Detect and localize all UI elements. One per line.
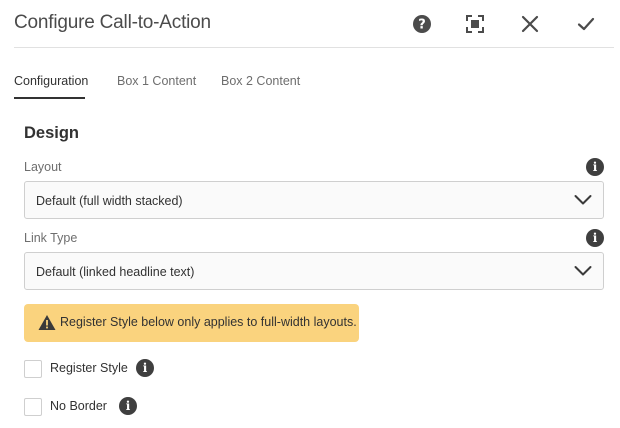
link-type-select-value: Default (linked headline text): [36, 265, 195, 279]
dialog-header: Configure Call-to-Action ?: [14, 0, 614, 48]
no-border-info-icon[interactable]: i: [119, 397, 137, 415]
tab-configuration[interactable]: Configuration: [14, 74, 88, 88]
svg-text:?: ?: [418, 18, 426, 33]
no-border-label[interactable]: No Border: [50, 399, 107, 413]
done-button[interactable]: [574, 12, 598, 36]
section-heading-design: Design: [24, 124, 80, 142]
tab-box-1-content[interactable]: Box 1 Content: [117, 74, 196, 88]
tab-box-2-content[interactable]: Box 2 Content: [221, 74, 300, 88]
register-style-info-icon[interactable]: i: [136, 359, 154, 377]
register-style-label[interactable]: Register Style: [50, 361, 128, 375]
fullscreen-button[interactable]: [463, 12, 487, 36]
alert-icon: [38, 315, 56, 330]
checkmark-icon: [577, 17, 595, 31]
layout-info-icon[interactable]: i: [586, 158, 604, 176]
fullscreen-icon: [466, 15, 484, 33]
warning-alert: Register Style below only applies to ful…: [24, 304, 359, 342]
register-style-checkbox[interactable]: [24, 360, 42, 378]
layout-select-value: Default (full width stacked): [36, 194, 183, 208]
help-icon: ?: [413, 15, 431, 33]
link-type-info-icon[interactable]: i: [586, 229, 604, 247]
close-icon: [521, 15, 539, 33]
alert-text: Register Style below only applies to ful…: [60, 315, 357, 329]
layout-select[interactable]: Default (full width stacked): [24, 181, 604, 219]
no-border-checkbox[interactable]: [24, 398, 42, 416]
link-type-label: Link Type: [24, 231, 78, 245]
tab-bar: Configuration Box 1 Content Box 2 Conten…: [14, 64, 614, 100]
link-type-select[interactable]: Default (linked headline text): [24, 252, 604, 290]
dialog-title: Configure Call-to-Action: [14, 12, 211, 33]
layout-label: Layout: [24, 160, 62, 174]
chevron-down-icon: [574, 195, 592, 205]
close-button[interactable]: [518, 12, 542, 36]
help-button[interactable]: ?: [410, 12, 434, 36]
chevron-down-icon: [574, 266, 592, 276]
active-tab-indicator: [14, 97, 85, 99]
